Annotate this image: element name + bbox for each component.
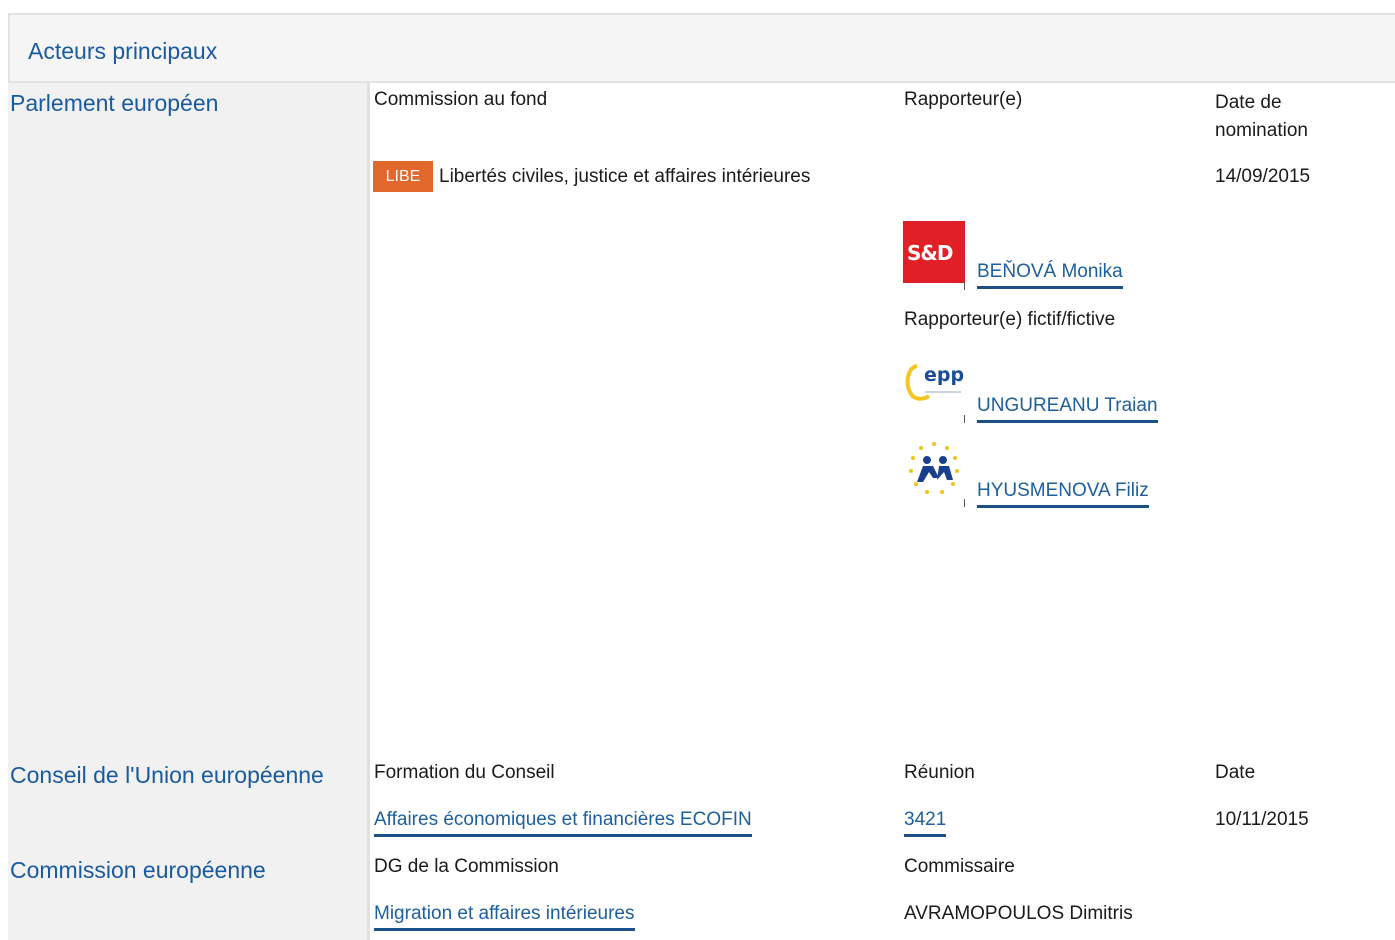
council-date: 10/11/2015 bbox=[1215, 809, 1309, 830]
sd-group-logo: S&D bbox=[903, 221, 965, 283]
section-label-commission: Commission européenne bbox=[10, 857, 266, 883]
committee-badge[interactable]: LIBE bbox=[373, 161, 433, 192]
panel-title: Acteurs principaux bbox=[28, 38, 218, 64]
section-label-council: Conseil de l'Union européenne bbox=[10, 762, 324, 788]
left-column bbox=[8, 83, 370, 940]
col-header-dg: DG de la Commission bbox=[374, 856, 559, 877]
shadow-rapporteur-link-2[interactable]: HYUSMENOVA Filiz bbox=[977, 479, 1149, 508]
alde-group-logo bbox=[909, 442, 959, 494]
council-meeting-link[interactable]: 3421 bbox=[904, 808, 947, 837]
svg-text:epp: epp bbox=[924, 364, 964, 386]
col-header-meeting: Réunion bbox=[904, 762, 975, 783]
commission-dg-link[interactable]: Migration et affaires intérieures bbox=[374, 902, 635, 931]
section-label-parliament: Parlement européen bbox=[10, 90, 219, 116]
epp-group-logo: epp bbox=[905, 364, 964, 401]
col-header-rapporteur: Rapporteur(e) bbox=[904, 89, 1023, 110]
col-header-committee: Commission au fond bbox=[374, 89, 548, 110]
col-header-council-date: Date bbox=[1215, 762, 1256, 783]
appointment-date: 14/09/2015 bbox=[1215, 166, 1311, 187]
council-formation-link[interactable]: Affaires économiques et financières ECOF… bbox=[374, 808, 752, 837]
col-header-commissioner: Commissaire bbox=[904, 856, 1015, 877]
shadow-rapporteur-label: Rapporteur(e) fictif/fictive bbox=[904, 309, 1116, 330]
col-header-formation: Formation du Conseil bbox=[374, 762, 555, 783]
logo-tick bbox=[964, 499, 965, 507]
rapporteur-link[interactable]: BEŇOVÁ Monika bbox=[977, 260, 1123, 289]
commissioner-name: AVRAMOPOULOS Dimitris bbox=[904, 903, 1133, 924]
logo-tick bbox=[964, 415, 965, 423]
logo-tick bbox=[964, 282, 965, 290]
committee-name: Libertés civiles, justice et affaires in… bbox=[439, 166, 811, 187]
panel-header: Acteurs principaux bbox=[8, 13, 1395, 83]
col-header-date: Date de nomination bbox=[1215, 92, 1308, 141]
shadow-rapporteur-link-1[interactable]: UNGUREANU Traian bbox=[977, 394, 1158, 423]
